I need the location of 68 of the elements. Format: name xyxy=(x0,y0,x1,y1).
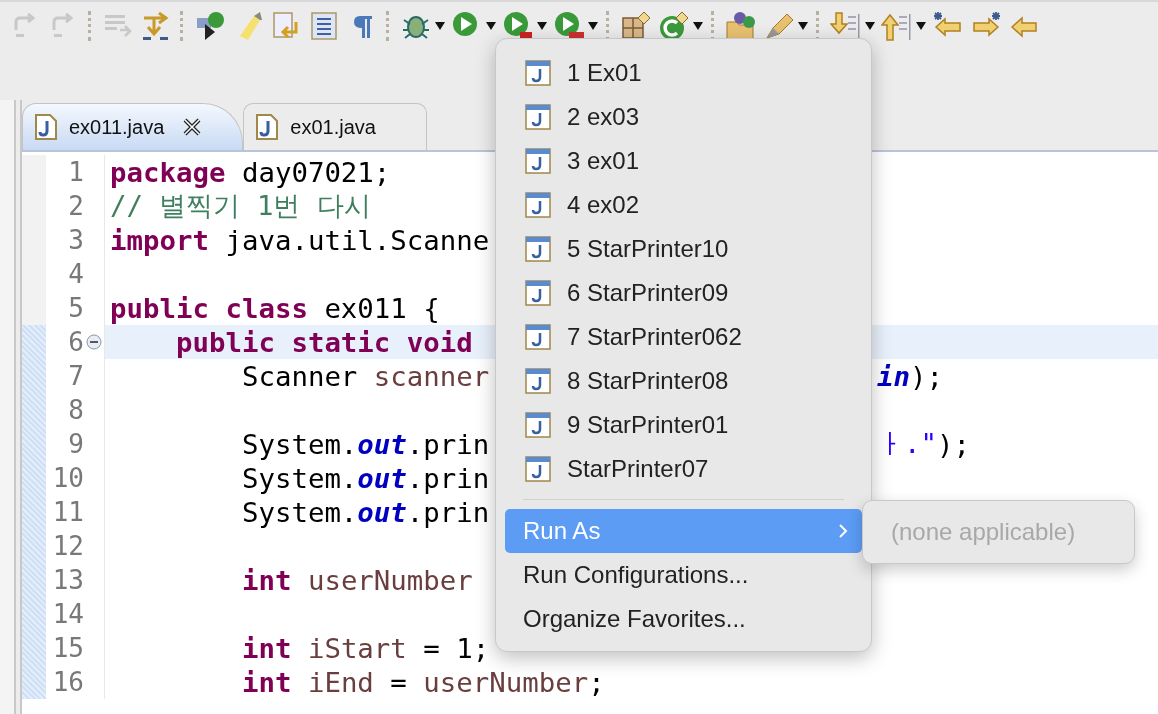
code-line: System.out.prin xyxy=(240,462,490,494)
code-line: System.out.prin xyxy=(240,496,490,528)
java-class-icon xyxy=(525,368,551,394)
menu-item[interactable]: 2 ex03 xyxy=(505,95,862,139)
line-number: 11 xyxy=(52,497,84,527)
editor-tab[interactable]: ex01.java xyxy=(243,103,427,150)
java-class-icon xyxy=(525,60,551,86)
menu-item[interactable]: StarPrinter07 xyxy=(505,447,862,491)
java-class-icon xyxy=(525,148,551,174)
code-line: public static void xyxy=(174,326,473,358)
menu-item[interactable]: 7 StarPrinter062 xyxy=(505,315,862,359)
line-number: 15 xyxy=(52,633,84,663)
line-number: 14 xyxy=(52,599,84,629)
code-line: in); xyxy=(877,359,943,393)
code-line: import java.util.Scanne xyxy=(110,224,490,256)
java-class-icon xyxy=(525,456,551,482)
menu-item[interactable]: Organize Favorites... xyxy=(505,597,862,641)
line-number: 1 xyxy=(68,157,84,187)
code-line: int iEnd = userNumber; xyxy=(240,666,605,698)
line-number: 12 xyxy=(52,531,84,561)
java-class-icon xyxy=(525,412,551,438)
dropdown-caret-icon[interactable] xyxy=(588,22,598,30)
line-number: 4 xyxy=(68,259,84,289)
line-number: 3 xyxy=(68,225,84,255)
line-number: 16 xyxy=(52,667,84,697)
line-number: 5 xyxy=(68,293,84,323)
code-line: public class ex011 { xyxy=(110,292,440,324)
dropdown-caret-icon[interactable] xyxy=(693,22,703,30)
line-number: 8 xyxy=(68,395,84,425)
code-line: package day07021; xyxy=(110,156,391,188)
menu-item[interactable]: 5 StarPrinter10 xyxy=(505,227,862,271)
collapse-icon[interactable] xyxy=(86,334,102,350)
java-class-icon xyxy=(525,324,551,350)
dropdown-caret-icon[interactable] xyxy=(537,22,547,30)
java-class-icon xyxy=(525,104,551,130)
java-class-icon xyxy=(525,192,551,218)
java-file-icon xyxy=(35,114,57,140)
java-class-icon xyxy=(525,236,551,262)
close-icon[interactable] xyxy=(182,117,203,137)
menu-item[interactable]: 8 StarPrinter08 xyxy=(505,359,862,403)
dropdown-caret-icon[interactable] xyxy=(798,22,808,30)
document-list-icon[interactable] xyxy=(308,10,340,42)
menu-item[interactable]: 3 ex01 xyxy=(505,139,862,183)
dropdown-caret-icon[interactable] xyxy=(486,22,496,30)
line-number: 10 xyxy=(52,463,84,493)
menu-item[interactable]: Run Configurations... xyxy=(505,553,862,597)
java-class-icon xyxy=(525,280,551,306)
code-line: // 별찍기 1번 다시 xyxy=(110,189,371,223)
line-number: 9 xyxy=(68,429,84,459)
menu-item[interactable]: 6 StarPrinter09 xyxy=(505,271,862,315)
menu-item[interactable]: 9 StarPrinter01 xyxy=(505,403,862,447)
code-line: System.out.prin xyxy=(240,428,490,460)
class-run-icon[interactable] xyxy=(194,10,226,42)
line-number: 7 xyxy=(68,361,84,391)
dropdown-caret-icon[interactable] xyxy=(916,22,926,30)
menu-item[interactable]: 4 ex02 xyxy=(505,183,862,227)
line-number: 2 xyxy=(68,191,84,221)
line-number: 6 xyxy=(68,327,84,357)
java-file-icon xyxy=(256,114,279,140)
line-number: 13 xyxy=(52,565,84,595)
code-line: int iStart = 1; xyxy=(240,632,490,664)
menu-item[interactable]: 1 Ex01 xyxy=(505,51,862,95)
code-line: ㅏ."); xyxy=(877,427,970,461)
code-line: Scanner scanner xyxy=(240,360,490,392)
dropdown-caret-icon[interactable] xyxy=(435,22,445,30)
editor-tab[interactable]: ex011.java xyxy=(22,103,244,150)
dropdown-caret-icon[interactable] xyxy=(865,22,875,30)
code-line: int userNumber xyxy=(240,564,473,596)
